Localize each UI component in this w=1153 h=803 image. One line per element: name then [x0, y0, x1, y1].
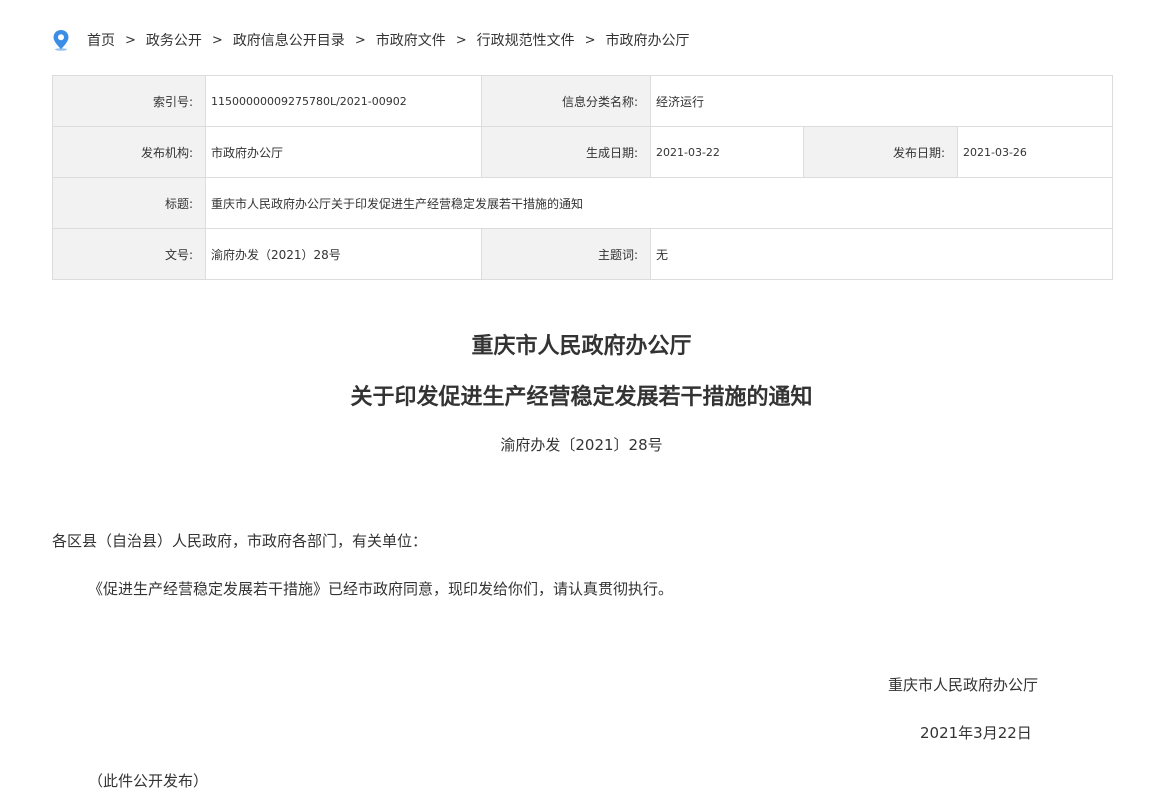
category-value: 经济运行 [649, 75, 1114, 127]
published-date-label: 发布日期: [803, 126, 958, 178]
document-body: 《促进生产经营稳定发展若干措施》已经市政府同意，现印发给你们，请认真贯彻执行。 [88, 580, 674, 598]
info-row-publisher: 发布机构: 市政府办公厅 生成日期: 2021-03-22 发布日期: 2021… [52, 126, 1114, 178]
breadcrumb-city-docs[interactable]: 市政府文件 [376, 30, 446, 50]
document-note: （此件公开发布） [88, 772, 209, 790]
document-signature: 重庆市人民政府办公厅 [888, 676, 1039, 694]
breadcrumb-separator: > [354, 32, 366, 48]
info-row-title: 标题: 重庆市人民政府办公厅关于印发促进生产经营稳定发展若干措施的通知 [52, 177, 1114, 229]
subject-label: 主题词: [481, 228, 651, 280]
document-date: 2021年3月22日 [920, 724, 1032, 742]
publisher-label: 发布机构: [52, 126, 206, 178]
document-title-line2: 关于印发促进生产经营稳定发展若干措施的通知 [350, 384, 813, 410]
publisher-value: 市政府办公厅 [205, 126, 482, 178]
title-value: 重庆市人民政府办公厅关于印发促进生产经营稳定发展若干措施的通知 [204, 177, 1114, 229]
breadcrumb-home[interactable]: 首页 [87, 30, 115, 50]
breadcrumb: 首页 > 政务公开 > 政府信息公开目录 > 市政府文件 > 行政规范性文件 >… [52, 28, 690, 52]
category-label: 信息分类名称: [481, 75, 651, 127]
info-row-index: 索引号: 11500000009275780L/2021-00902 信息分类名… [52, 75, 1114, 127]
breadcrumb-separator: > [211, 32, 223, 48]
index-label: 索引号: [52, 75, 206, 127]
created-date-label: 生成日期: [481, 126, 651, 178]
location-pin-icon [52, 29, 70, 51]
doc-number-value: 渝府办发（2021）28号 [205, 228, 482, 280]
document-number: 渝府办发〔2021〕28号 [500, 436, 663, 454]
breadcrumb-separator: > [455, 32, 467, 48]
breadcrumb-gov-affairs[interactable]: 政务公开 [146, 30, 202, 50]
breadcrumb-general-office[interactable]: 市政府办公厅 [606, 30, 690, 50]
title-label: 标题: [52, 177, 206, 229]
document-info-table: 索引号: 11500000009275780L/2021-00902 信息分类名… [52, 75, 1114, 280]
index-value: 11500000009275780L/2021-00902 [205, 75, 482, 127]
breadcrumb-info-directory[interactable]: 政府信息公开目录 [233, 30, 345, 50]
info-row-docnum: 文号: 渝府办发（2021）28号 主题词: 无 [52, 228, 1114, 280]
doc-number-label: 文号: [52, 228, 206, 280]
document-addressee: 各区县（自治县）人民政府，市政府各部门，有关单位： [52, 532, 428, 550]
breadcrumb-normative-docs[interactable]: 行政规范性文件 [477, 30, 575, 50]
created-date-value: 2021-03-22 [650, 126, 804, 178]
breadcrumb-separator: > [584, 32, 596, 48]
document-title-line1: 重庆市人民政府办公厅 [471, 333, 692, 359]
breadcrumb-separator: > [125, 32, 136, 48]
subject-value: 无 [649, 228, 1114, 280]
published-date-value: 2021-03-26 [956, 126, 1114, 178]
